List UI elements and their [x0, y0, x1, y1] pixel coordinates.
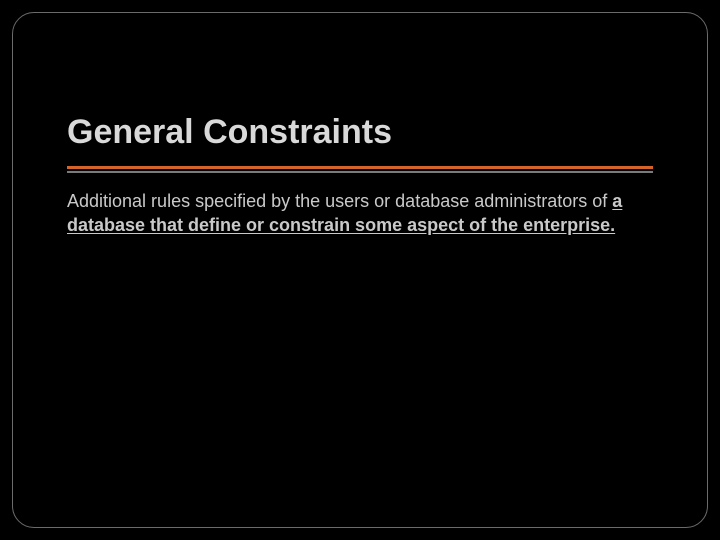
divider-accent — [67, 166, 653, 169]
body-text-normal: Additional rules specified by the users … — [67, 191, 612, 211]
slide-content: General Constraints Additional rules spe… — [13, 13, 707, 527]
slide-frame: General Constraints Additional rules spe… — [12, 12, 708, 528]
slide-body: Additional rules specified by the users … — [67, 189, 627, 238]
divider-secondary — [67, 171, 653, 173]
slide-title: General Constraints — [67, 113, 653, 152]
